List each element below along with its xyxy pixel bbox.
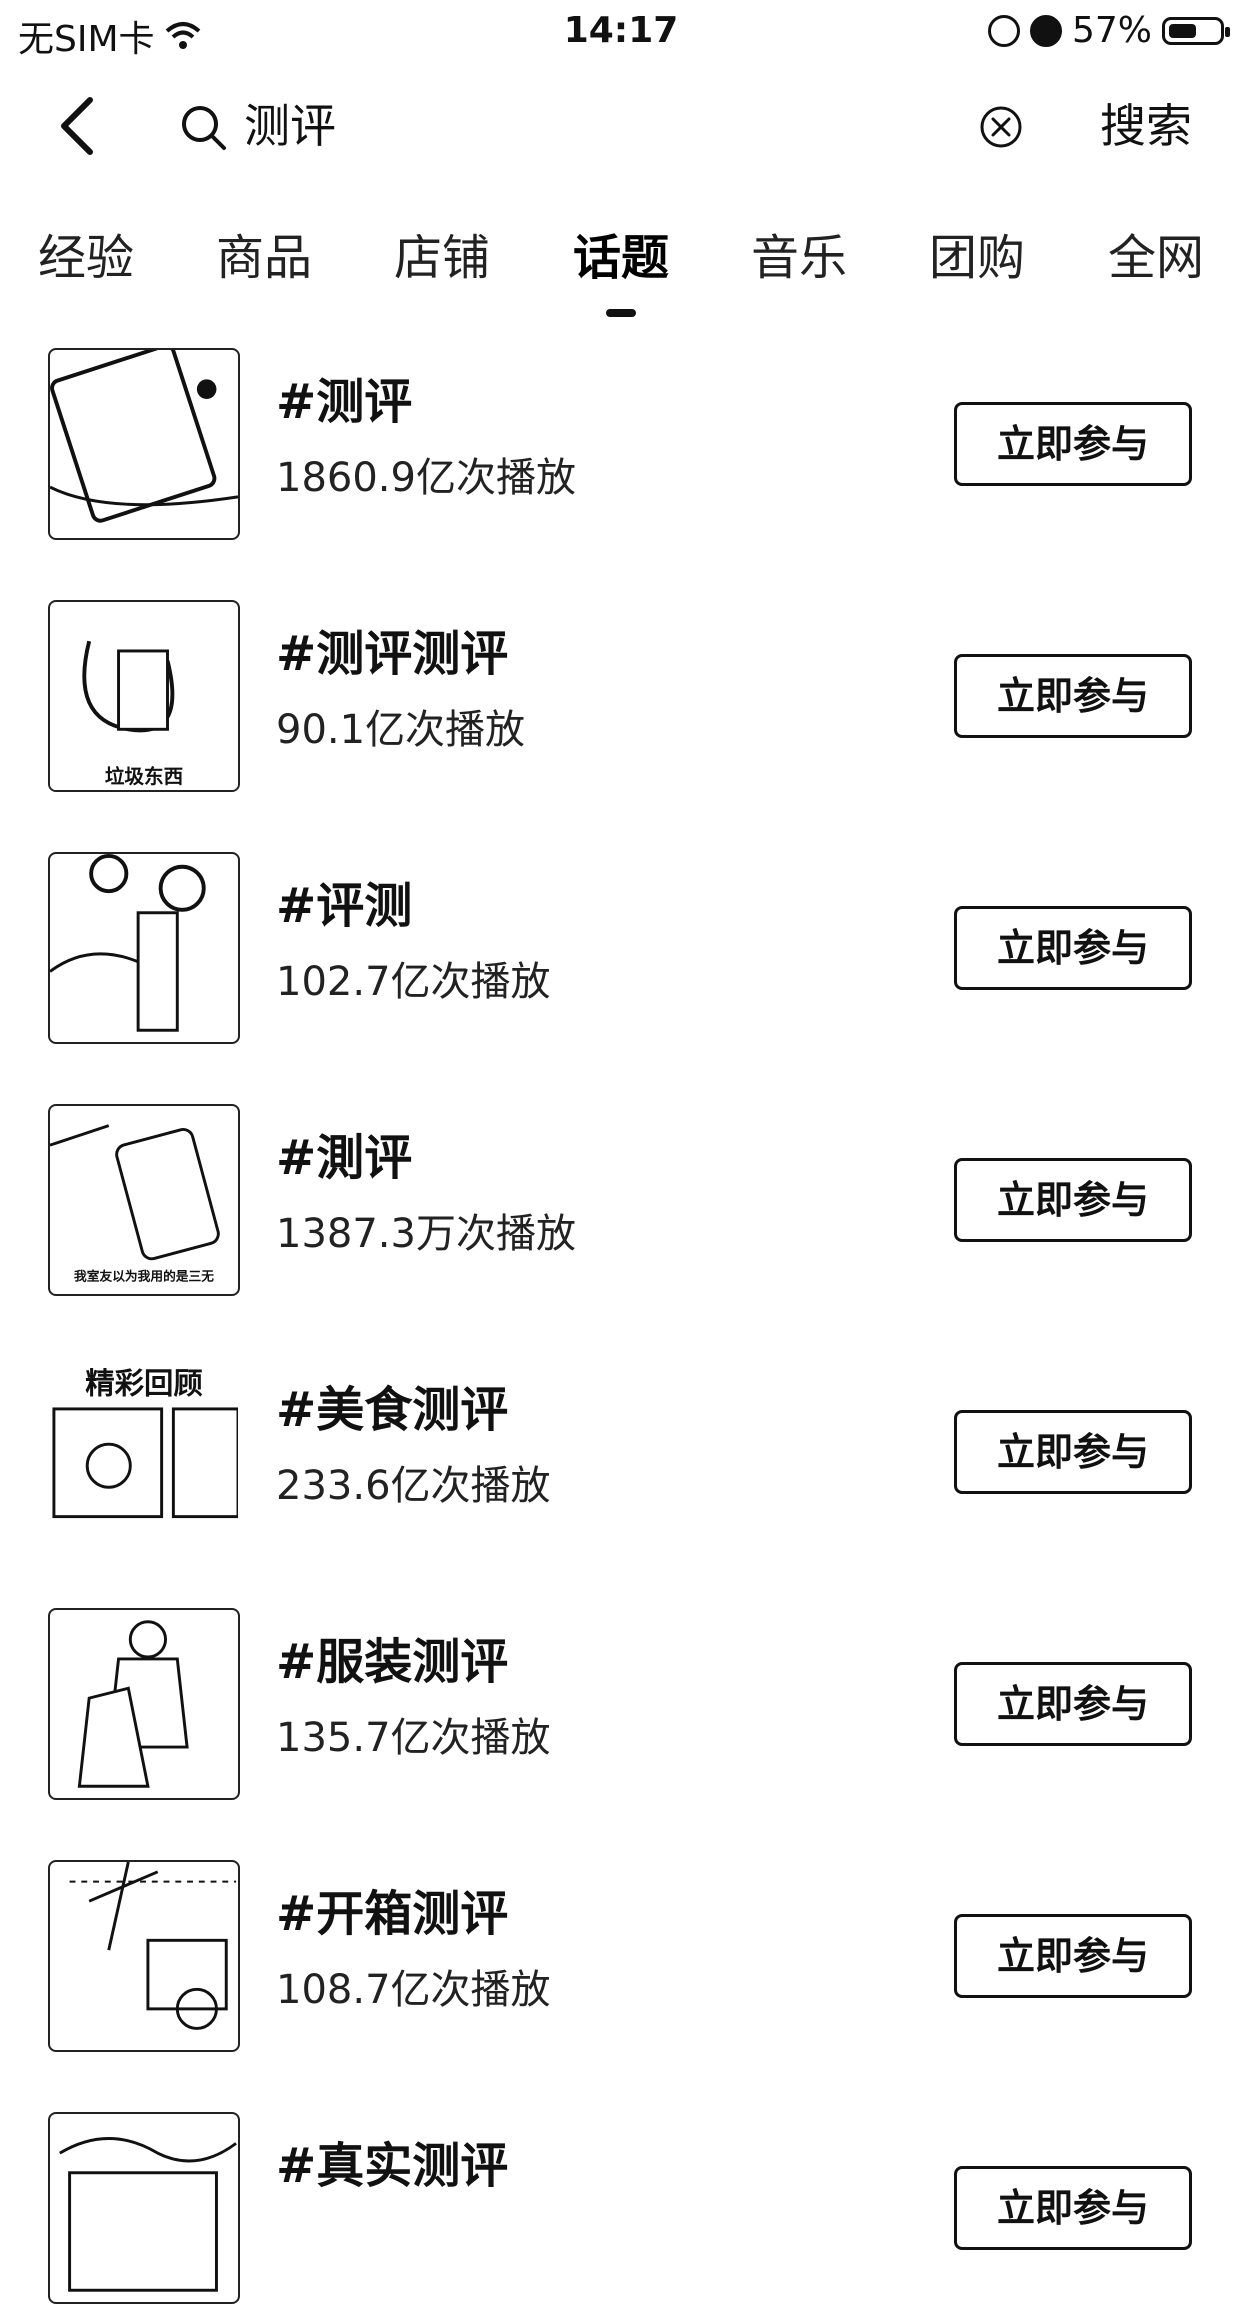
tab-group-buy[interactable]: 团购	[897, 226, 1057, 290]
topic-title: #測评	[276, 1130, 413, 1186]
topic-title: #测评测评	[276, 626, 509, 682]
join-button[interactable]: 立即参与	[954, 2166, 1192, 2250]
topic-play-count: 90.1亿次播放	[276, 707, 526, 753]
topic-row[interactable]: 精彩回顾 #美食测评 233.6亿次播放 立即参与	[0, 1356, 1242, 1548]
search-icon	[182, 106, 226, 150]
topic-row[interactable]: #真实测评 立即参与	[0, 2112, 1242, 2304]
topic-row[interactable]: 垃圾东西 #测评测评 90.1亿次播放 立即参与	[0, 600, 1242, 792]
join-button[interactable]: 立即参与	[954, 1662, 1192, 1746]
active-tab-indicator	[606, 309, 636, 317]
topic-title: #测评	[276, 374, 413, 430]
clear-icon[interactable]	[978, 104, 1024, 150]
back-arrow-icon[interactable]	[50, 94, 110, 158]
rotation-lock-icon	[987, 14, 1020, 47]
topic-thumbnail	[48, 1608, 240, 1800]
topic-title: #评测	[276, 878, 413, 934]
join-button[interactable]: 立即参与	[954, 1914, 1192, 1998]
topic-thumbnail	[48, 852, 240, 1044]
svg-text:我室友以为我用的是三无: 我室友以为我用的是三无	[74, 1268, 214, 1283]
status-bar: 无SIM卡 14:17 57%	[0, 0, 1242, 62]
tab-topics[interactable]: 话题	[541, 226, 701, 290]
join-button[interactable]: 立即参与	[954, 654, 1192, 738]
topic-title: #真实测评	[276, 2138, 509, 2194]
topic-title: #美食测评	[276, 1382, 509, 1438]
join-button[interactable]: 立即参与	[954, 1158, 1192, 1242]
tab-experience[interactable]: 经验	[6, 226, 166, 290]
topic-play-count: 102.7亿次播放	[276, 959, 551, 1005]
topic-play-count: 233.6亿次播放	[276, 1463, 551, 1509]
topic-row[interactable]: #测评 1860.9亿次播放 立即参与	[0, 348, 1242, 540]
topic-title: #开箱测评	[276, 1886, 509, 1942]
topic-row[interactable]: #评测 102.7亿次播放 立即参与	[0, 852, 1242, 1044]
tab-web[interactable]: 全网	[1076, 226, 1236, 290]
topic-play-count: 1860.9亿次播放	[276, 455, 576, 501]
battery-percent: 57%	[1071, 10, 1152, 51]
search-button[interactable]: 搜索	[1100, 94, 1192, 158]
tab-shops[interactable]: 店铺	[362, 226, 522, 290]
topic-play-count: 1387.3万次播放	[276, 1211, 576, 1257]
join-button[interactable]: 立即参与	[954, 1410, 1192, 1494]
battery-icon	[1162, 16, 1230, 45]
topic-thumbnail: 我室友以为我用的是三无	[48, 1104, 240, 1296]
topic-thumbnail	[48, 348, 240, 540]
search-bar: 搜索	[0, 80, 1242, 172]
topic-thumbnail: 精彩回顾	[48, 1356, 240, 1548]
topic-play-count: 108.7亿次播放	[276, 1967, 551, 2013]
topic-play-count: 135.7亿次播放	[276, 1715, 551, 1761]
join-button[interactable]: 立即参与	[954, 402, 1192, 486]
alarm-icon	[1029, 14, 1062, 47]
svg-text:精彩回顾: 精彩回顾	[85, 1365, 202, 1400]
search-input[interactable]	[244, 94, 944, 158]
topic-row[interactable]: #服装测评 135.7亿次播放 立即参与	[0, 1608, 1242, 1800]
tab-music[interactable]: 音乐	[719, 226, 879, 290]
topic-title: #服装测评	[276, 1634, 509, 1690]
topic-row[interactable]: #开箱测评 108.7亿次播放 立即参与	[0, 1860, 1242, 2052]
tab-products[interactable]: 商品	[184, 226, 344, 290]
topic-row[interactable]: 我室友以为我用的是三无 #測评 1387.3万次播放 立即参与	[0, 1104, 1242, 1296]
svg-text:垃圾东西: 垃圾东西	[105, 765, 183, 788]
topic-thumbnail	[48, 2112, 240, 2304]
join-button[interactable]: 立即参与	[954, 906, 1192, 990]
battery-fill	[1169, 23, 1196, 38]
topic-thumbnail	[48, 1860, 240, 2052]
status-right: 57%	[987, 10, 1230, 51]
topic-thumbnail: 垃圾东西	[48, 600, 240, 792]
